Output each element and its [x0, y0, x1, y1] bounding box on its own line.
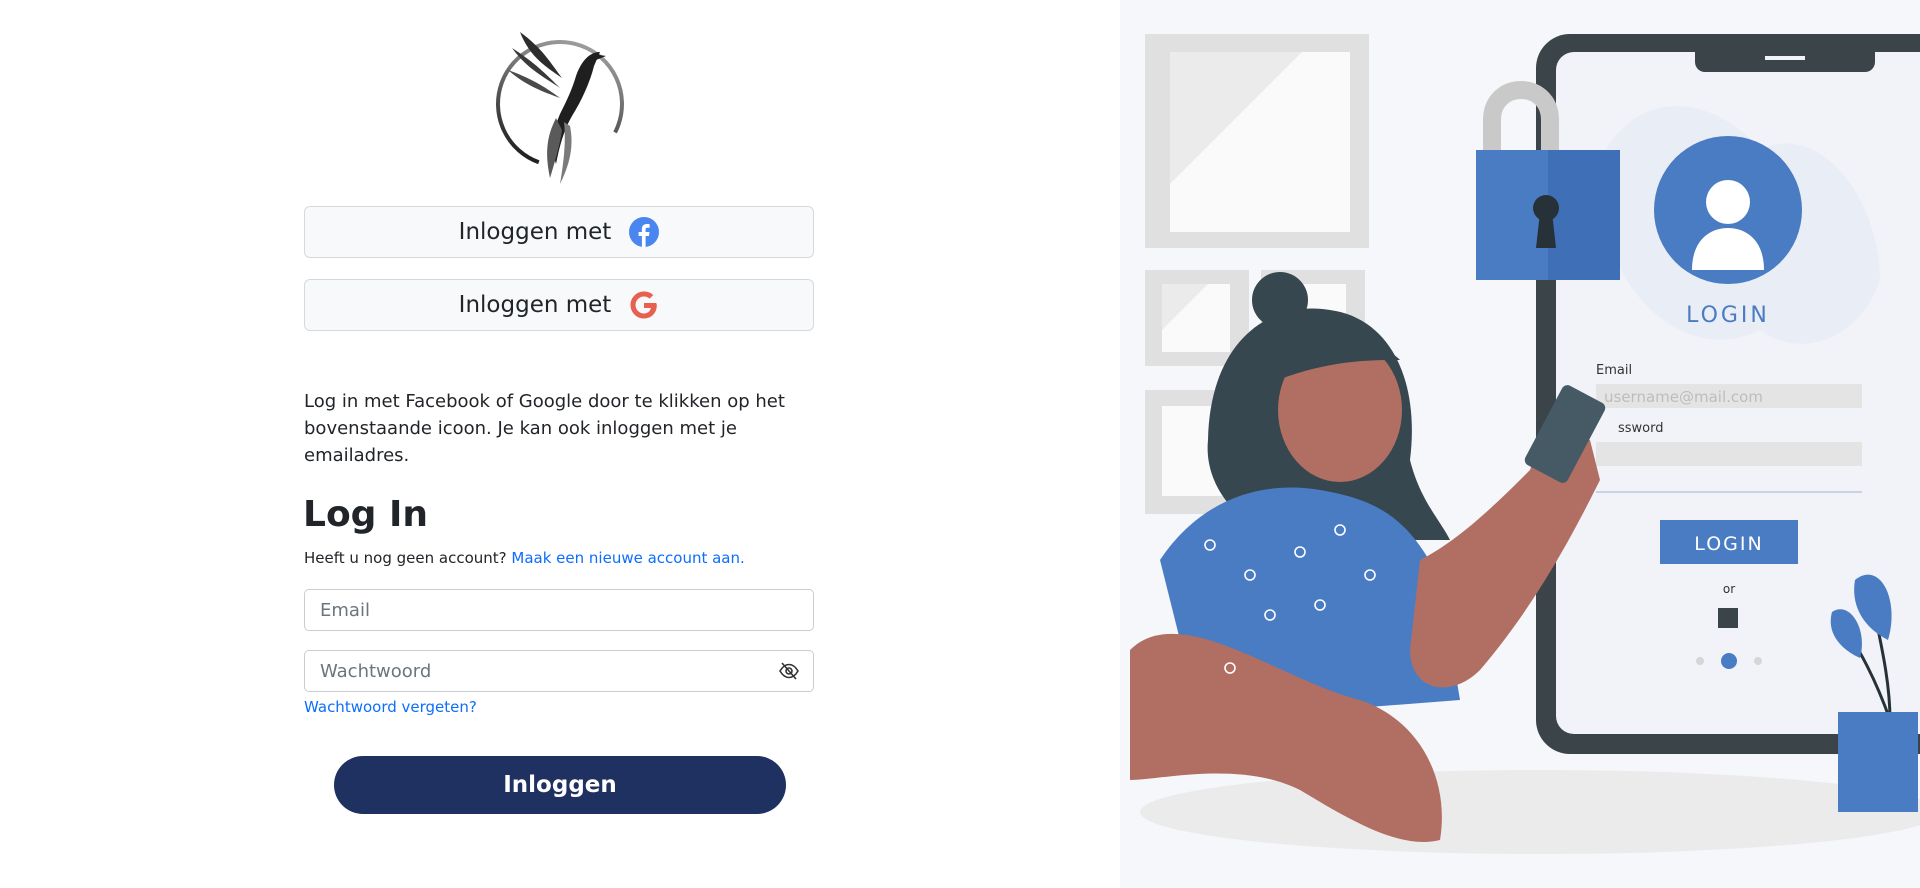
facebook-login-button[interactable]: Inloggen met — [304, 206, 814, 258]
email-field[interactable] — [304, 589, 814, 631]
phoenix-logo — [496, 32, 624, 184]
page-title: Log In — [303, 494, 428, 535]
login-info-text: Log in met Facebook of Google door te kl… — [304, 391, 785, 466]
illustration-email-value: username@mail.com — [1604, 388, 1763, 406]
password-field[interactable] — [304, 650, 814, 692]
illustration-password-label: ssword — [1618, 421, 1664, 436]
illustration-email-label: Email — [1596, 363, 1632, 378]
login-submit-button[interactable]: Inloggen — [334, 756, 786, 814]
login-illustration: LOGIN Email username@mail.com ssword LOG… — [1130, 34, 1920, 854]
create-account-link[interactable]: Maak een nieuwe account aan. — [511, 549, 744, 567]
illustration-login-heading: LOGIN — [1686, 303, 1770, 328]
login-panel: Inloggen met Inloggen met Log in met Fac… — [0, 0, 1120, 888]
signup-prompt: Heeft u nog geen account? Maak een nieuw… — [304, 549, 745, 567]
email-input[interactable] — [318, 590, 762, 630]
google-login-label: Inloggen met — [458, 292, 612, 318]
facebook-login-label: Inloggen met — [458, 219, 612, 245]
google-icon — [630, 291, 658, 319]
signup-prompt-text: Heeft u nog geen account? — [304, 549, 507, 567]
illustration-panel: LOGIN Email username@mail.com ssword LOG… — [1120, 0, 1920, 888]
password-input[interactable] — [318, 651, 762, 691]
google-login-button[interactable]: Inloggen met — [304, 279, 814, 331]
forgot-password-link[interactable]: Wachtwoord vergeten? — [304, 698, 477, 716]
facebook-icon — [629, 217, 660, 247]
illustration-or-text: or — [1723, 582, 1735, 596]
eye-slash-icon[interactable] — [779, 662, 799, 680]
illustration-login-button: LOGIN — [1694, 533, 1763, 555]
